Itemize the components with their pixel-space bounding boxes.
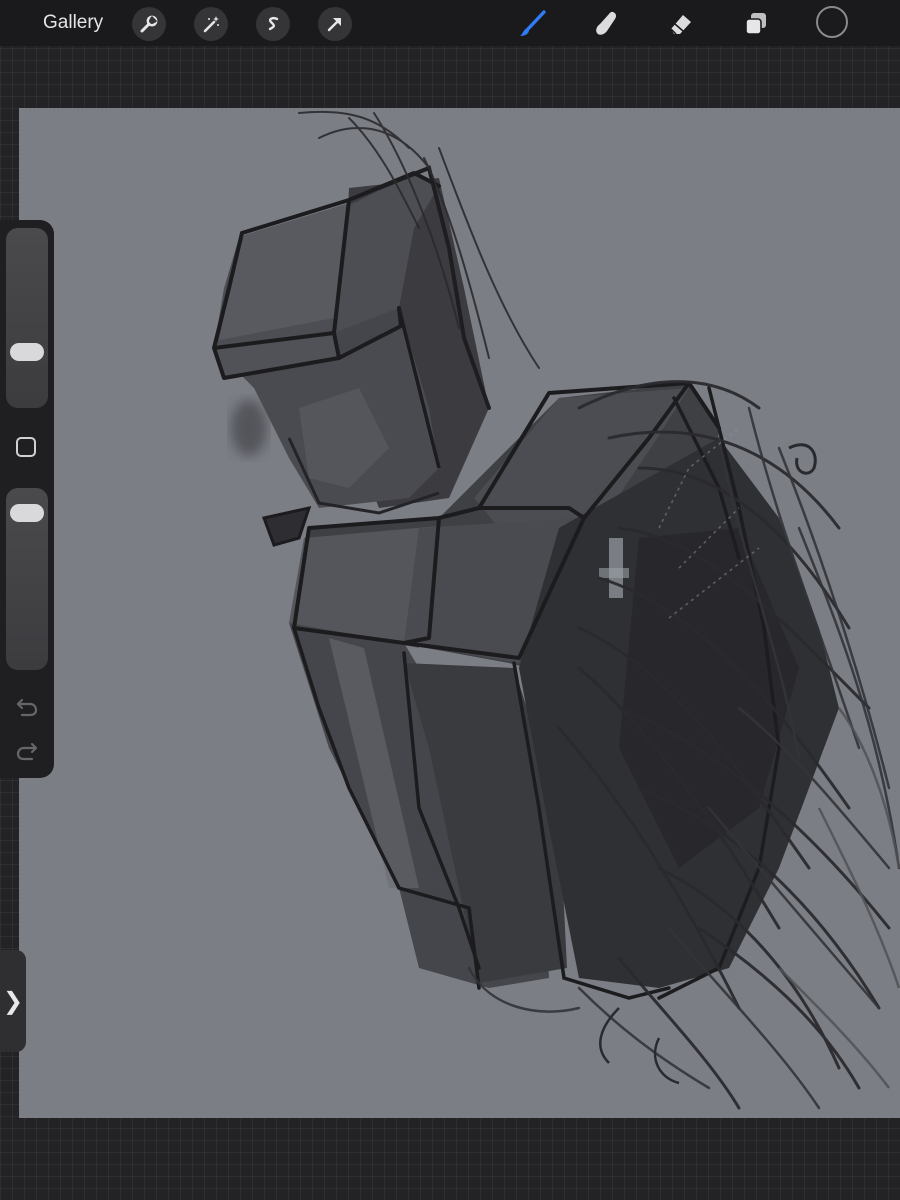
gallery-button[interactable]: Gallery: [43, 10, 103, 36]
actions-button[interactable]: [132, 7, 166, 41]
eraser-icon: [670, 15, 691, 35]
redo-icon: [16, 742, 38, 761]
opacity-slider-thumb[interactable]: [10, 504, 44, 523]
top-toolbar: Gallery: [0, 0, 900, 46]
smudge-tool-button[interactable]: [588, 6, 624, 42]
sketch-artwork: [212, 110, 900, 1110]
sidebar: [0, 220, 54, 778]
opacity-slider[interactable]: [6, 488, 48, 670]
selection-s-icon: [268, 17, 279, 31]
layers-button[interactable]: [738, 6, 774, 42]
current-color-swatch: [821, 11, 843, 33]
modify-button[interactable]: [16, 437, 36, 457]
transform-button[interactable]: [318, 7, 352, 41]
brush-icon: [520, 10, 546, 36]
undo-icon: [16, 698, 38, 717]
wrench-icon: [140, 15, 158, 33]
smudge-finger-icon: [596, 11, 617, 35]
redo-button[interactable]: [14, 740, 40, 762]
drawing-canvas[interactable]: [19, 108, 900, 1118]
color-picker-button[interactable]: [816, 6, 848, 38]
brush-size-slider[interactable]: [6, 228, 48, 408]
eraser-tool-button[interactable]: [662, 6, 698, 42]
arrow-cursor-icon: [327, 18, 341, 32]
layers-icon: [745, 13, 766, 35]
chevron-right-icon: ❯: [2, 987, 24, 1015]
brush-tool-button[interactable]: [514, 6, 550, 42]
brush-size-slider-thumb[interactable]: [10, 342, 44, 361]
adjustments-button[interactable]: [194, 7, 228, 41]
undo-button[interactable]: [14, 696, 40, 718]
side-panel-toggle[interactable]: ❯: [0, 950, 26, 1052]
selection-button[interactable]: [256, 7, 290, 41]
magic-wand-icon: [203, 16, 219, 33]
